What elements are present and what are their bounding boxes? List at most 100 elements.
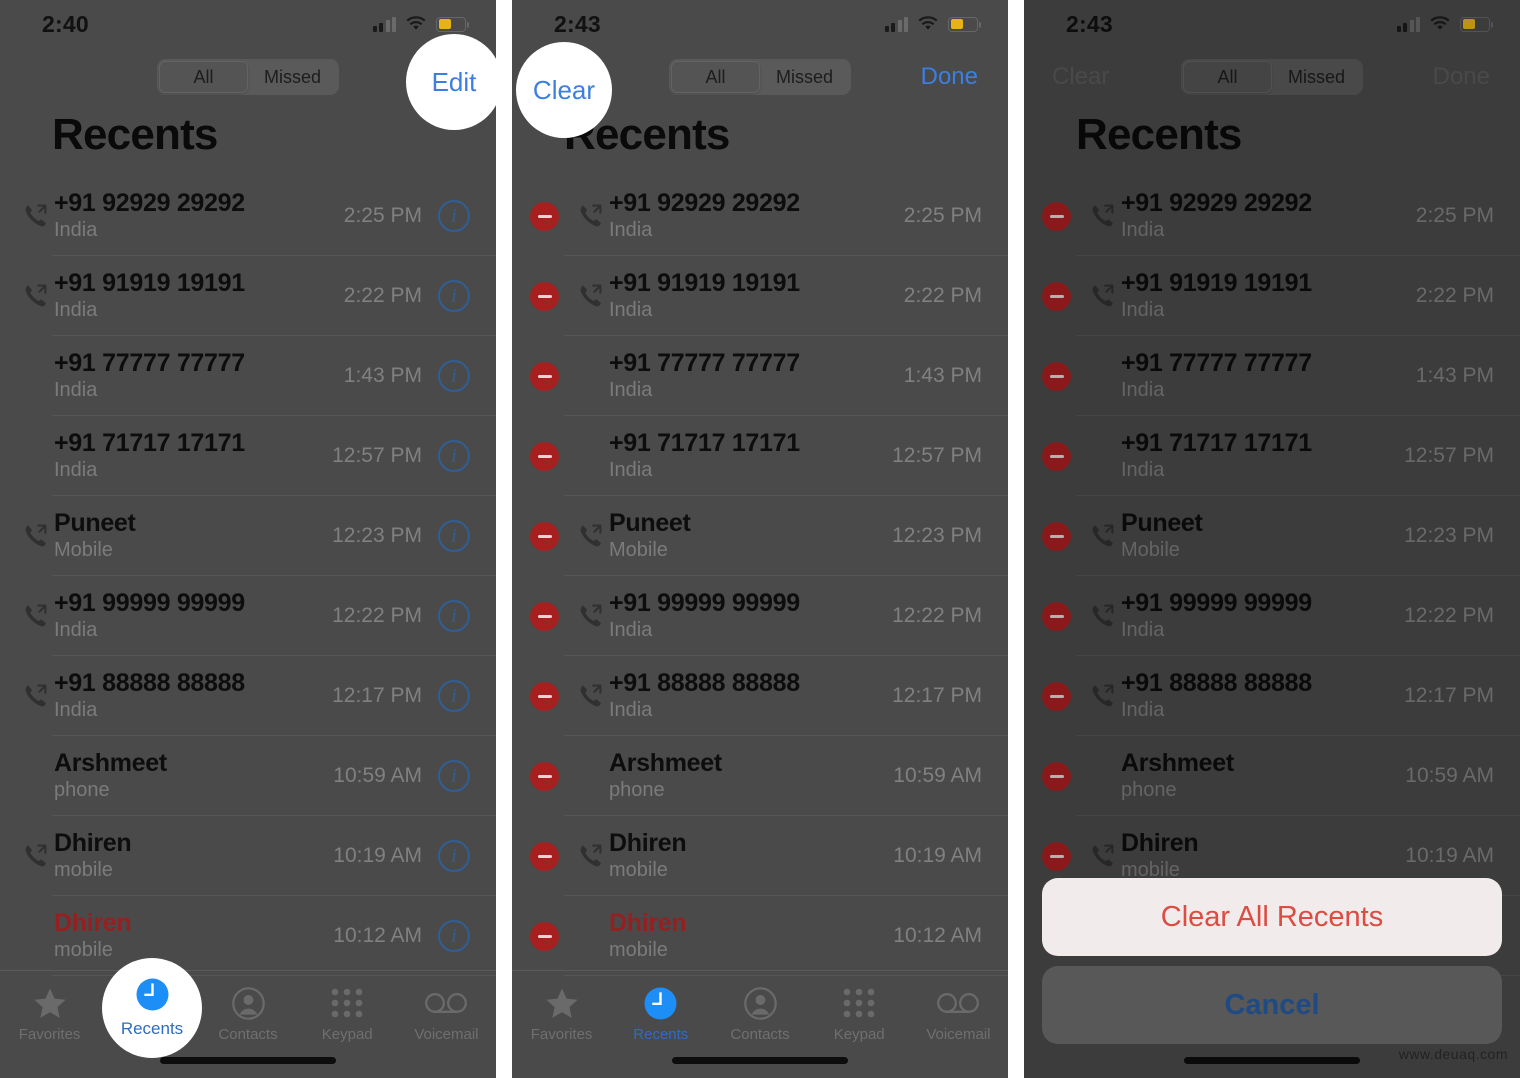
table-row[interactable]: +91 92929 29292 India 2:25 PM i: [0, 176, 496, 256]
clear-all-recents-button[interactable]: Clear All Recents: [1042, 878, 1502, 956]
clear-button-highlight[interactable]: Clear: [516, 42, 612, 138]
row-text: +91 88888 88888 India: [52, 669, 322, 723]
home-indicator: [160, 1057, 336, 1064]
clock-icon: [136, 978, 169, 1016]
segment-all[interactable]: All: [671, 61, 760, 93]
tab-favorites[interactable]: Favorites: [512, 985, 611, 1043]
info-button[interactable]: i: [438, 840, 470, 872]
segment-missed[interactable]: Missed: [248, 61, 337, 93]
table-row[interactable]: +91 71717 17171 India 12:57 PM i: [0, 416, 496, 496]
caller-label: phone: [609, 779, 665, 801]
signal-bars-icon: [372, 16, 396, 32]
table-row[interactable]: +91 77777 77777 India 1:43 PM: [512, 336, 1008, 416]
caller-label: India: [54, 699, 98, 721]
caller-label: Mobile: [54, 539, 113, 561]
table-row[interactable]: Puneet Mobile 12:23 PM i: [0, 496, 496, 576]
table-row[interactable]: +91 91919 19191 India 2:22 PM i: [0, 256, 496, 336]
star-icon: [545, 985, 579, 1021]
outgoing-call-icon: [573, 283, 607, 309]
table-row[interactable]: Dhiren mobile 10:19 AM: [512, 816, 1008, 896]
tab-favorites[interactable]: Favorites: [0, 985, 99, 1043]
caller-label: India: [609, 219, 653, 241]
outgoing-call-icon: [573, 683, 607, 709]
tab-voicemail[interactable]: Voicemail: [397, 985, 496, 1043]
row-text: Dhirenmobile: [607, 829, 883, 883]
tab-contacts[interactable]: Contacts: [198, 985, 297, 1043]
tab-keypad[interactable]: Keypad: [810, 985, 909, 1043]
info-button[interactable]: i: [438, 280, 470, 312]
delete-row-button[interactable]: [530, 441, 559, 471]
caller-name: Dhiren: [54, 909, 132, 937]
battery-icon: [436, 16, 469, 32]
info-button[interactable]: i: [438, 360, 470, 392]
caller-name: +91 77777 77777: [609, 349, 800, 377]
filter-segmented-control[interactable]: All Missed: [669, 59, 851, 95]
outgoing-call-icon: [18, 683, 52, 709]
delete-row-button[interactable]: [530, 281, 559, 311]
table-row[interactable]: Dhiren mobile 10:12 AM i: [0, 896, 496, 976]
call-time: 10:12 AM: [893, 924, 982, 947]
call-time: 2:25 PM: [343, 204, 422, 227]
caller-name: Dhiren: [609, 829, 687, 857]
caller-label: India: [54, 219, 98, 241]
edit-button-highlight[interactable]: Edit: [406, 34, 502, 130]
table-row[interactable]: Puneet Mobile 12:23 PM: [512, 496, 1008, 576]
segment-all[interactable]: All: [159, 61, 248, 93]
recents-tab-highlight[interactable]: Recents: [102, 958, 202, 1058]
table-row[interactable]: +91 77777 77777 India 1:43 PM i: [0, 336, 496, 416]
info-button[interactable]: i: [438, 440, 470, 472]
tab-voicemail[interactable]: Voicemail: [909, 985, 1008, 1043]
segment-missed[interactable]: Missed: [760, 61, 849, 93]
caller-label: phone: [54, 779, 110, 801]
row-text: +91 77777 77777 India: [607, 349, 894, 403]
tab-recents[interactable]: Recents: [611, 985, 710, 1043]
info-button[interactable]: i: [438, 920, 470, 952]
table-row[interactable]: +91 71717 17171 India 12:57 PM: [512, 416, 1008, 496]
caller-name: Puneet: [54, 509, 136, 537]
table-row[interactable]: +91 99999 99999 India 12:22 PM: [512, 576, 1008, 656]
call-time: 2:25 PM: [903, 204, 982, 227]
tab-label: Contacts: [730, 1026, 790, 1043]
table-row[interactable]: Arshmeet phone 10:59 AM: [512, 736, 1008, 816]
delete-row-button[interactable]: [530, 521, 559, 551]
table-row[interactable]: Dhiren mobile 10:19 AM i: [0, 816, 496, 896]
nav-right-button[interactable]: Done: [886, 63, 978, 91]
outgoing-call-icon: [573, 603, 607, 629]
call-time: 10:12 AM: [333, 924, 422, 947]
table-row[interactable]: +91 92929 29292 India 2:25 PM: [512, 176, 1008, 256]
table-row[interactable]: +91 91919 19191 India 2:22 PM: [512, 256, 1008, 336]
spot-label: Edit: [431, 66, 477, 97]
status-time: 2:43: [554, 10, 601, 37]
delete-row-button[interactable]: [530, 681, 559, 711]
caller-label: India: [54, 619, 98, 641]
delete-row-button[interactable]: [530, 201, 559, 231]
row-text: Arshmeet phone: [52, 749, 323, 803]
delete-row-button[interactable]: [530, 761, 559, 791]
info-button[interactable]: i: [438, 760, 470, 792]
row-text: Dhirenmobile: [52, 909, 323, 963]
info-button[interactable]: i: [438, 520, 470, 552]
info-button[interactable]: i: [438, 600, 470, 632]
row-text: +91 99999 99999 India: [52, 589, 322, 643]
table-row[interactable]: +91 88888 88888 India 12:17 PM i: [0, 656, 496, 736]
call-time: 12:23 PM: [892, 524, 982, 547]
table-row[interactable]: Dhirenmobile 10:12 AM: [512, 896, 1008, 976]
delete-row-button[interactable]: [530, 921, 559, 951]
delete-row-button[interactable]: [530, 601, 559, 631]
delete-row-button[interactable]: [530, 841, 559, 871]
table-row[interactable]: +91 99999 99999 India 12:22 PM i: [0, 576, 496, 656]
table-row[interactable]: Arshmeet phone 10:59 AM i: [0, 736, 496, 816]
keypad-grid-icon: [842, 985, 876, 1021]
delete-row-button[interactable]: [530, 361, 559, 391]
info-button[interactable]: i: [438, 200, 470, 232]
table-row[interactable]: +91 88888 88888 India 12:17 PM: [512, 656, 1008, 736]
tab-keypad[interactable]: Keypad: [298, 985, 397, 1043]
status-indicators: [884, 16, 981, 32]
caller-name: Arshmeet: [609, 749, 722, 777]
filter-segmented-control[interactable]: All Missed: [157, 59, 339, 95]
cancel-button[interactable]: Cancel: [1042, 966, 1502, 1044]
status-indicators: [372, 16, 469, 32]
tab-contacts[interactable]: Contacts: [710, 985, 809, 1043]
action-sheet: Clear All Recents Cancel: [1024, 878, 1520, 1078]
info-button[interactable]: i: [438, 680, 470, 712]
